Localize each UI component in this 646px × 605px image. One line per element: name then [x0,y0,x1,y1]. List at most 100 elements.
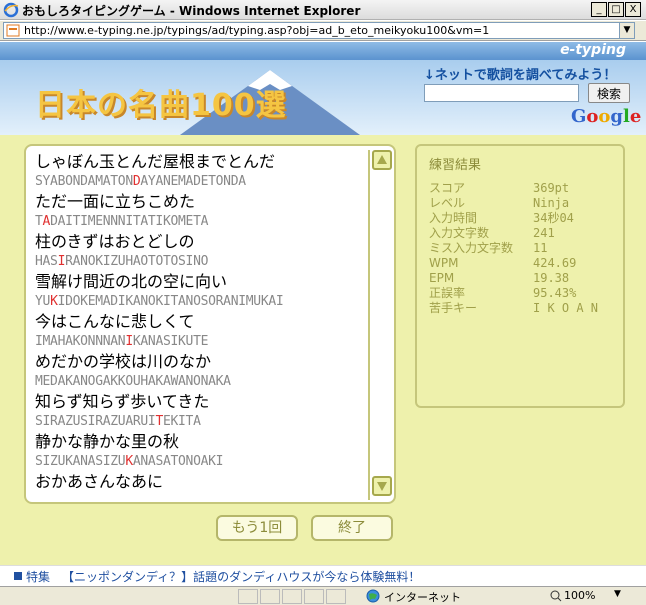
lyric-romaji: YUKIDOKEMADIKANOKITANOSORANIMUKAI [35,292,365,312]
lyric-line: しゃぼん玉とんだ屋根までとんだ [35,152,276,171]
lyric-line: 知らず知らず歩いてきた [35,392,210,411]
stat-row: レベル Ninja [429,196,598,211]
lyric-line: 柱のきずはおとどしの [35,232,195,251]
lyric-line: 静かな静かな里の秋 [35,432,180,451]
window-title: おもしろタイピングゲーム - Windows Internet Explorer [22,4,361,18]
ad-bar: 特集 【ニッポンダンディ？】話題のダンディハウスが今なら体験無料！ [0,565,646,585]
stat-label: スコア [429,181,466,195]
romaji-typed: SIZUKANASIZU [35,454,126,469]
globe-icon [366,589,380,603]
romaji-typed: AYANEMADETONDA [140,174,246,189]
lyric-line: ただ一面に立ちこめた [35,192,196,211]
zoom-icon [550,590,562,602]
lyrics-scrollbar[interactable] [368,150,392,500]
google-logo-letter: o [598,106,611,127]
google-logo-letter: g [610,106,623,127]
lyrics-search-input[interactable] [424,84,579,102]
arrow-down-icon [377,482,387,491]
romaji-miss: I [57,254,66,269]
google-logo: Google [571,106,641,127]
finish-button[interactable]: 終了 [311,515,393,541]
address-bar: http://www.e-typing.ne.jp/typings/ad/typ… [0,21,646,41]
status-cell [260,589,280,604]
romaji-typed: IDOKEMADIKANOKITANOSORANIMUKAI [57,294,284,309]
lyric-romaji: TADAITIMENNNITATIKOMETA [35,212,365,232]
result-panel: 練習結果 スコア 369pt レベル Ninja 入力時間 34秒04 入力文字数 241 ミス… [415,144,625,408]
romaji-miss: K [50,294,58,309]
stat-row: 苦手キー I K O A N [429,301,598,316]
romaji-typed: EKITA [162,414,201,429]
window-title-bar: おもしろタイピングゲーム - Windows Internet Explorer… [0,0,646,20]
bullet-icon [14,572,22,580]
google-logo-letter: l [623,106,630,127]
internet-explorer-icon [3,2,19,18]
address-dropdown-icon[interactable]: ▼ [619,23,634,38]
romaji-miss: I [125,334,133,349]
stat-label: 入力文字数 [429,226,490,240]
stat-value: 19.38 [533,271,570,285]
romaji-typed: DAITIMENNNITATIKOMETA [50,214,209,229]
stat-value: I K O A N [533,301,599,315]
stat-label: EPM [429,271,455,285]
romaji-typed: SIRAZUSIRAZUARUI [35,414,156,429]
google-logo-letter: o [586,106,599,127]
romaji-typed: RANOKIZUHAOTOTOSINO [65,254,209,269]
stat-label: ミス入力文字数 [429,241,514,255]
scroll-up-button[interactable] [372,150,392,170]
stat-label: WPM [429,256,459,270]
banner-title: 日本の名曲100選 [35,88,287,123]
status-bar: インターネット 100% ▼ [0,586,646,605]
status-cell [326,589,346,604]
result-title: 練習結果 [429,158,482,173]
retry-button[interactable]: もう1回 [216,515,298,541]
stat-value: 424.69 [533,256,577,270]
lyric-line: めだかの学校は川のなか [35,352,212,371]
stat-label: 正誤率 [429,286,466,300]
lyrics-search-link[interactable]: ↓ネットで歌詞を調べてみよう！ [424,64,616,83]
stat-row: スコア 369pt [429,181,598,196]
stat-row: 正誤率 95.43% [429,286,598,301]
zoom-dropdown-icon[interactable]: ▼ [614,589,621,599]
address-url: http://www.e-typing.ne.jp/typings/ad/typ… [24,24,490,37]
stat-value: 34秒04 [533,211,574,225]
status-cell [304,589,324,604]
scroll-down-button[interactable] [372,476,392,496]
stat-label: 入力時間 [429,211,478,225]
site-header: e-typing [0,42,646,60]
main-area: しゃぼん玉とんだ屋根までとんだ SYABONDAMATONDAYANEMADETO… [0,135,646,565]
status-cell [238,589,258,604]
stat-row: WPM 424.69 [429,256,598,271]
google-logo-letter: e [629,106,642,127]
lyric-romaji: IMAHAKONNNANIKANASIKUTE [35,332,365,352]
stat-value: 241 [533,226,555,240]
romaji-typed: IMAHAKONNNAN [35,334,126,349]
romaji-typed: YU [35,294,51,309]
lyric-romaji: SIRAZUSIRAZUARUITEKITA [35,412,365,432]
lyric-line: 今はこんなに悲しくて [35,312,195,331]
ad-link[interactable]: 【ニッポンダンディ？】話題のダンディハウスが今なら体験無料！ [62,568,420,585]
address-input[interactable]: http://www.e-typing.ne.jp/typings/ad/typ… [3,22,635,39]
lyrics-panel: しゃぼん玉とんだ屋根までとんだ SYABONDAMATONDAYANEMADETO… [24,144,396,504]
lyric-line: おかあさんなあに [35,472,164,491]
stat-value: Ninja [533,196,570,210]
stat-row: 入力文字数 241 [429,226,598,241]
romaji-typed: ANASATONOAKI [132,454,224,469]
zoom-level[interactable]: 100% [564,589,595,602]
stat-row: EPM 19.38 [429,271,598,286]
lyric-romaji: SIZUKANASIZUKANASATONOAKI [35,452,365,472]
close-button[interactable]: X [625,2,641,17]
search-button[interactable]: 検索 [588,83,630,103]
lyric-romaji: HASIRANOKIZUHAOTOTOSINO [35,252,365,272]
google-logo-letter: G [571,106,587,127]
minimize-button[interactable]: _ [591,2,607,17]
maximize-button[interactable]: □ [608,2,624,17]
banner: 日本の名曲100選 ↓ネットで歌詞を調べてみよう！ 検索 Google [0,60,646,135]
romaji-typed: HAS [35,254,58,269]
brand-logo[interactable]: e-typing [560,42,626,58]
result-stats: スコア 369pt レベル Ninja 入力時間 34秒04 入力文字数 241 ミス入力文字数… [429,181,598,316]
ad-label[interactable]: 特集 [26,568,50,585]
romaji-typed: KANASIKUTE [132,334,209,349]
lyric-line: 雪解け間近の北の空に向い [35,272,228,291]
lyrics-list: しゃぼん玉とんだ屋根までとんだ SYABONDAMATONDAYANEMADETO… [35,152,365,492]
stat-value: 369pt [533,181,570,195]
